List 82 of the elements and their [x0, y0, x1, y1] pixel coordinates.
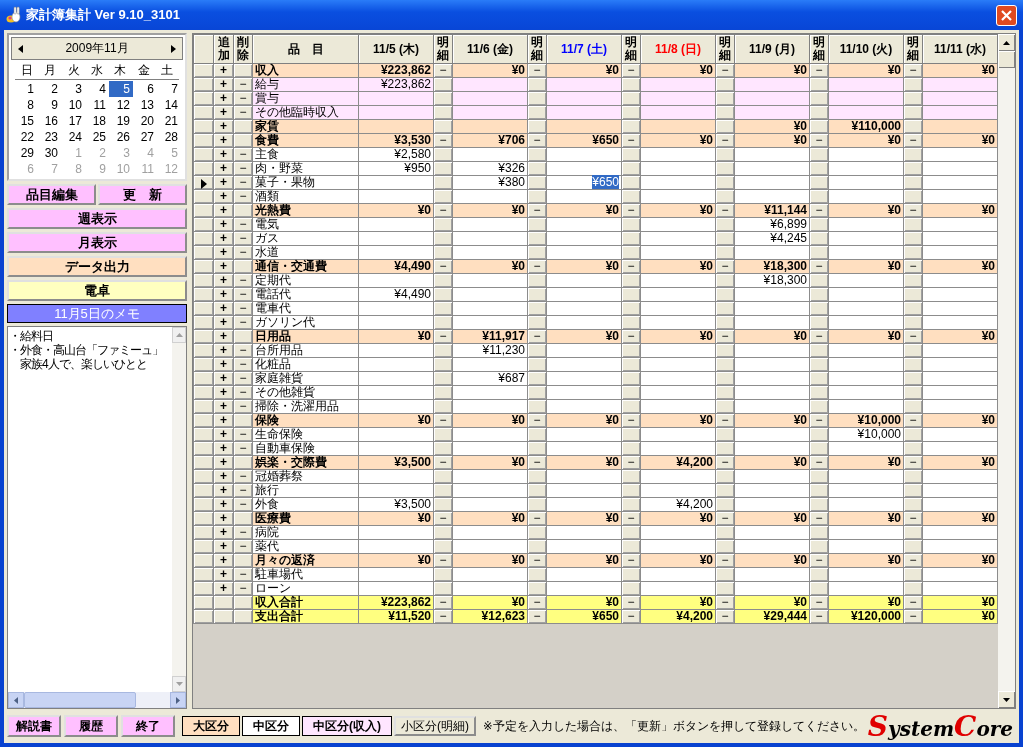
calendar-day[interactable]: 11 [85, 97, 109, 113]
memo-field[interactable]: ・給料日 ・外食・高山台「ファミーュ」 家族4人で、楽しいひとと [7, 326, 187, 709]
footer-button[interactable]: 履歴 [64, 715, 118, 737]
calendar-day[interactable]: 19 [109, 113, 133, 129]
window-title: 家計簿集計 Ver 9.10_3101 [26, 6, 181, 24]
calendar-day[interactable]: 25 [85, 129, 109, 145]
calendar-day[interactable]: 10 [61, 97, 85, 113]
weekday-label: 金 [136, 62, 151, 79]
side-button[interactable]: データ出力 [7, 256, 187, 277]
calendar-day[interactable]: 7 [157, 81, 181, 97]
calendar-day[interactable]: 29 [13, 145, 37, 161]
scroll-up-icon[interactable] [1003, 40, 1010, 45]
calendar-month: 2009年11月 [65, 40, 129, 57]
calendar-day[interactable]: 5 [109, 81, 133, 97]
date-header: 11/6 (金) [452, 34, 528, 64]
date-header: 11/10 (火) [828, 34, 904, 64]
calendar-day[interactable]: 15 [13, 113, 37, 129]
scroll-thumb[interactable] [24, 692, 136, 708]
weekday-label: 土 [160, 62, 175, 79]
column-header: 追加 [213, 34, 234, 64]
calendar-day[interactable]: 23 [37, 129, 61, 145]
legend-item: 中区分 [242, 716, 300, 736]
calendar-day[interactable]: 9 [37, 97, 61, 113]
calendar-day[interactable]: 27 [133, 129, 157, 145]
side-button[interactable]: 月表示 [7, 232, 187, 253]
legend-item: 中区分(収入) [302, 716, 392, 736]
date-header: 11/9 (月) [734, 34, 810, 64]
side-button[interactable]: 更 新 [98, 184, 187, 205]
calendar-day[interactable]: 14 [157, 97, 181, 113]
calendar-day[interactable]: 13 [133, 97, 157, 113]
calendar-day[interactable]: 12 [109, 97, 133, 113]
calendar-day[interactable]: 21 [157, 113, 181, 129]
calendar-day[interactable]: 2 [37, 81, 61, 97]
memo-line: ・外食・高山台「ファミーュ」 [9, 343, 164, 357]
calendar-day[interactable]: 16 [37, 113, 61, 129]
app-icon [6, 6, 22, 24]
side-button[interactable]: 電卓 [7, 280, 187, 301]
calendar-day[interactable]: 3 [61, 81, 85, 97]
scrollbar[interactable] [998, 34, 1015, 708]
scroll-down-icon[interactable] [1003, 697, 1010, 702]
calendar-day[interactable]: 28 [157, 129, 181, 145]
date-header: 11/5 (木) [358, 34, 434, 64]
close-icon [1001, 9, 1012, 21]
scroll-right-icon[interactable] [176, 696, 180, 704]
next-month-icon[interactable] [171, 44, 176, 53]
weekday-label: 水 [90, 62, 104, 79]
calendar-day[interactable]: 26 [109, 129, 133, 145]
footer-button[interactable]: 終了 [121, 715, 175, 737]
scroll-left-icon[interactable] [14, 696, 18, 704]
row-pointer-icon [200, 178, 207, 189]
scrollbar[interactable] [8, 692, 186, 708]
weekday-label: 木 [113, 62, 128, 79]
memo-line: 家族4人で、楽しいひとと [19, 357, 148, 371]
close-button[interactable] [996, 4, 1017, 26]
legend-item: 小区分(明細) [394, 716, 476, 736]
memo-title: 11月5日のメモ [7, 304, 187, 323]
calendar-day[interactable]: 24 [61, 129, 85, 145]
hint-text: ※予定を入力した場合は、「更新」ボタンを押して登録してください。 [483, 718, 865, 734]
side-button[interactable]: 週表示 [7, 208, 187, 229]
side-button[interactable]: 品目編集 [7, 184, 96, 205]
weekday-label: 火 [66, 62, 81, 79]
footer-button[interactable]: 解説書 [7, 715, 61, 737]
date-header: 11/7 (土) [546, 34, 622, 64]
scroll-thumb[interactable] [998, 51, 1015, 68]
previous-month-icon[interactable] [18, 44, 23, 53]
calendar-day[interactable]: 1 [13, 81, 37, 97]
weekday-label: 月 [43, 62, 58, 79]
memo-line: ・給料日 [9, 329, 54, 343]
calendar-day[interactable]: 4 [85, 81, 109, 97]
calendar-day[interactable]: 20 [133, 113, 157, 129]
calendar-day[interactable]: 17 [61, 113, 85, 129]
date-header: 11/11 (水) [922, 34, 998, 64]
calendar-day[interactable]: 18 [85, 113, 109, 129]
calendar-day[interactable]: 22 [13, 129, 37, 145]
calendar-day[interactable]: 30 [37, 145, 61, 161]
calendar-day[interactable]: 6 [133, 81, 157, 97]
weekday-label: 日 [19, 62, 34, 79]
column-header: 品 目 [252, 34, 359, 64]
calendar-day[interactable]: 8 [13, 97, 37, 113]
date-header: 11/8 (日) [640, 34, 716, 64]
logo: SystemCore [867, 709, 1013, 743]
legend-item: 大区分 [182, 716, 240, 736]
